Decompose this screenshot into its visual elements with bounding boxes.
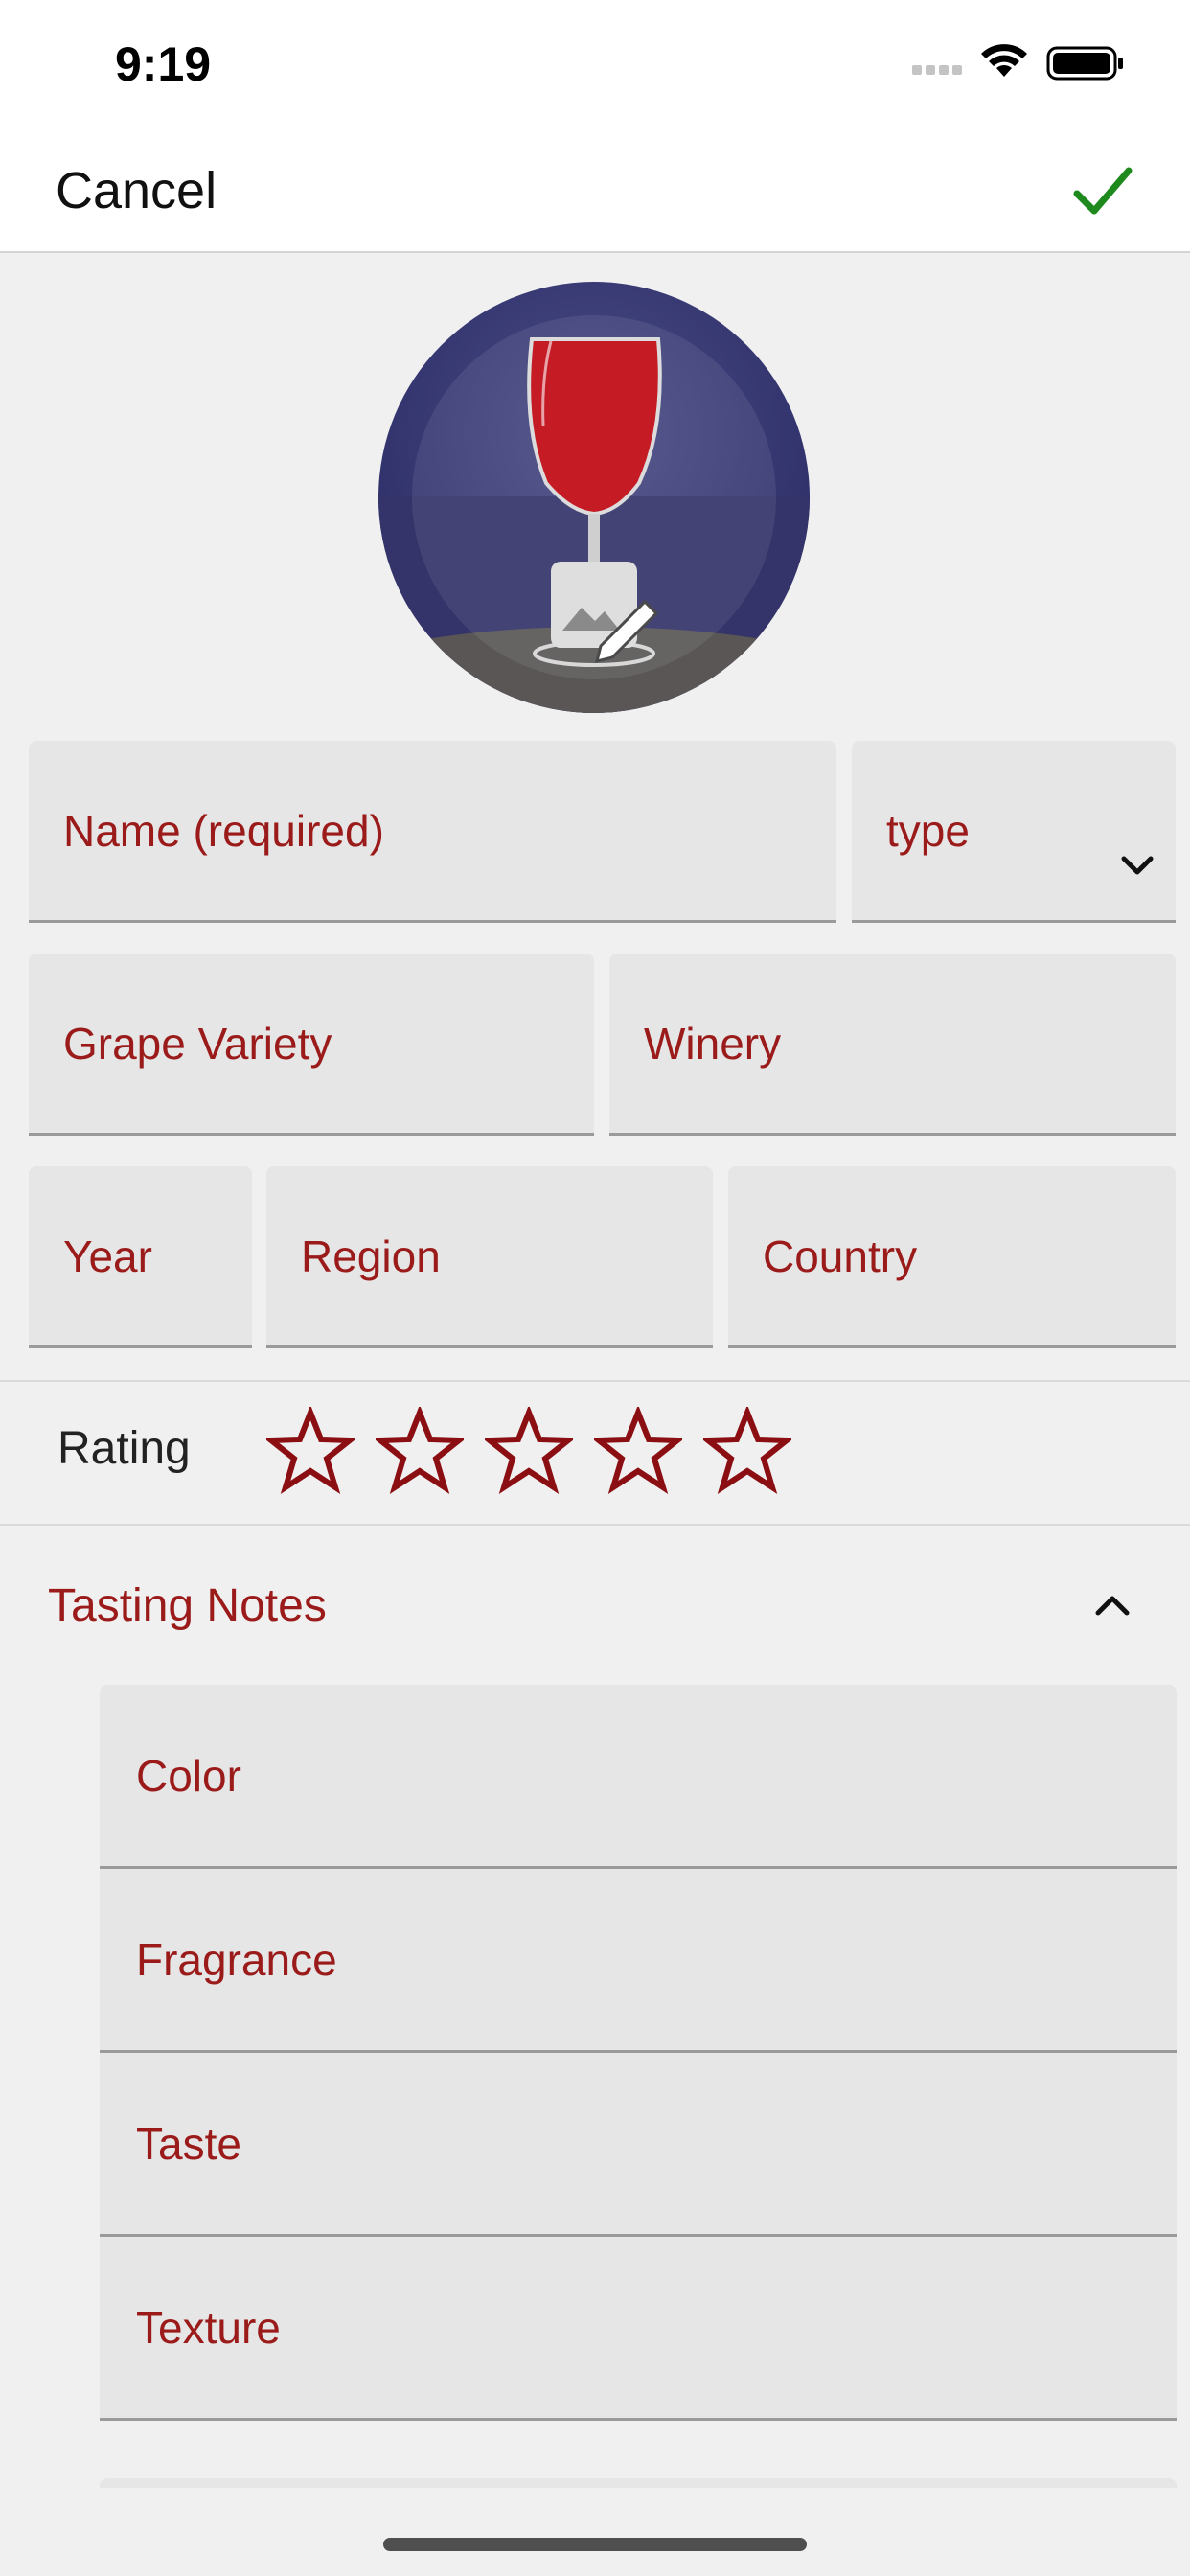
cellular-signal-icon <box>912 65 962 75</box>
wine-glass-image <box>378 282 810 713</box>
rating-label: Rating <box>57 1423 191 1474</box>
country-field[interactable]: Country <box>728 1166 1176 1348</box>
home-indicator <box>383 2538 807 2551</box>
region-label: Region <box>301 1230 441 1281</box>
battery-icon <box>1046 46 1123 80</box>
tasting-notes-header[interactable]: Tasting Notes <box>0 1552 1190 1658</box>
texture-note-label: Texture <box>136 2302 281 2353</box>
grape-variety-label: Grape Variety <box>63 1018 332 1069</box>
country-label: Country <box>763 1230 918 1281</box>
winery-label: Winery <box>644 1018 782 1069</box>
wine-photo[interactable] <box>378 282 810 713</box>
name-field-label: Name (required) <box>63 805 384 856</box>
star-4-icon[interactable] <box>594 1407 682 1495</box>
status-icons <box>912 44 1123 80</box>
type-select-label: type <box>886 805 970 856</box>
grape-variety-field[interactable]: Grape Variety <box>29 954 594 1136</box>
divider <box>0 1380 1190 1382</box>
star-3-icon[interactable] <box>485 1407 573 1495</box>
chevron-down-icon <box>1121 856 1154 875</box>
divider <box>0 1524 1190 1526</box>
name-field[interactable]: Name (required) <box>29 741 836 923</box>
chevron-up-icon[interactable] <box>1088 1581 1136 1629</box>
next-note-field[interactable] <box>100 2478 1177 2488</box>
texture-note-field[interactable]: Texture <box>100 2237 1177 2421</box>
type-select[interactable]: type <box>852 741 1176 923</box>
nav-bar: Cancel <box>0 134 1190 253</box>
region-field[interactable]: Region <box>266 1166 713 1348</box>
wifi-icon <box>981 44 1027 77</box>
year-label: Year <box>63 1230 152 1281</box>
status-bar: 9:19 <box>0 0 1190 134</box>
star-2-icon[interactable] <box>376 1407 464 1495</box>
tasting-notes-label: Tasting Notes <box>48 1580 327 1631</box>
taste-note-field[interactable]: Taste <box>100 2053 1177 2237</box>
year-field[interactable]: Year <box>29 1166 252 1348</box>
status-time: 9:19 <box>115 37 212 91</box>
winery-field[interactable]: Winery <box>609 954 1176 1136</box>
fragrance-note-field[interactable]: Fragrance <box>100 1869 1177 2053</box>
color-note-label: Color <box>136 1750 241 1801</box>
taste-note-label: Taste <box>136 2118 241 2169</box>
star-5-icon[interactable] <box>703 1407 791 1495</box>
star-1-icon[interactable] <box>266 1407 355 1495</box>
cancel-button[interactable]: Cancel <box>56 161 217 220</box>
done-checkmark-icon[interactable] <box>1067 157 1136 226</box>
fragrance-note-label: Fragrance <box>136 1934 337 1985</box>
color-note-field[interactable]: Color <box>100 1685 1177 1869</box>
